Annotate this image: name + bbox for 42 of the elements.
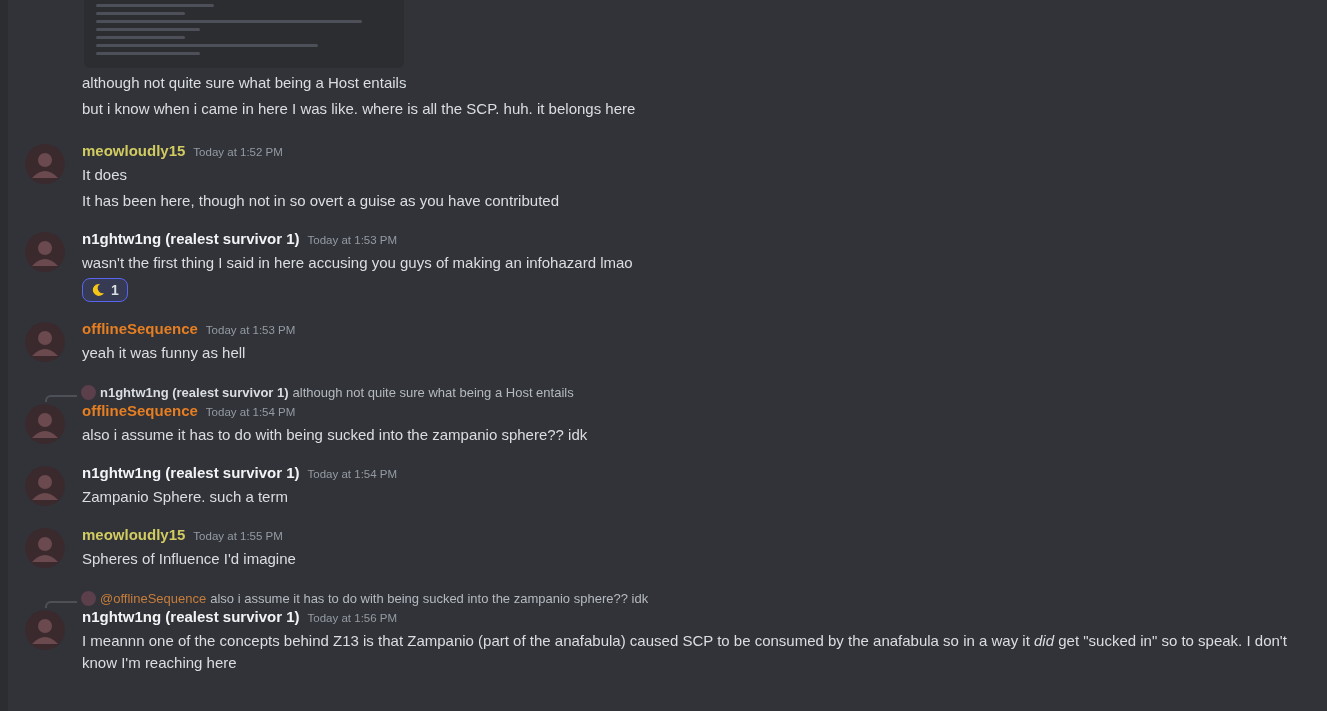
reply-avatar-image bbox=[81, 590, 96, 606]
message-text: although not quite sure what being a Host entails bbox=[82, 73, 408, 93]
timestamp: Today at 1:53 PM bbox=[205, 324, 296, 336]
reply-author[interactable]: @offlineSequence bbox=[100, 590, 207, 606]
avatar-image[interactable] bbox=[25, 528, 65, 568]
reply-avatar-image bbox=[81, 384, 96, 400]
reply-preview-text[interactable]: although not quite sure what being a Host entails bbox=[292, 384, 574, 400]
message-text: I meannn one of the concepts behind Z13 is that Zampanio (part of the anafabula) caused SCP to be consumed by the anafabula so in a way it did get "sucked in" so to speak. I don't know I'm reaching here bbox=[82, 631, 1288, 673]
timestamp: Today at 1:53 PM bbox=[307, 234, 398, 246]
screenshot-image[interactable] bbox=[84, 0, 404, 68]
message-text: It has been here, though not in so overt a guise as you have contributed bbox=[82, 191, 560, 211]
timestamp: Today at 1:54 PM bbox=[205, 406, 296, 418]
username[interactable]: meowloudly15 bbox=[82, 526, 186, 543]
username[interactable]: offlineSequence bbox=[82, 320, 198, 337]
timestamp: Today at 1:54 PM bbox=[307, 468, 398, 480]
avatar-image[interactable] bbox=[25, 322, 65, 362]
avatar-image[interactable] bbox=[25, 144, 65, 184]
timestamp: Today at 1:56 PM bbox=[307, 612, 398, 624]
crescent-moon-icon bbox=[91, 283, 105, 297]
message-text: yeah it was funny as hell bbox=[82, 343, 247, 363]
message-text: It does bbox=[82, 165, 129, 185]
message-text: also i assume it has to do with being sucked into the zampanio sphere?? idk bbox=[82, 425, 589, 445]
message-text: Zampanio Sphere. such a term bbox=[82, 487, 289, 507]
avatar-image[interactable] bbox=[25, 466, 65, 506]
reply-preview-text[interactable]: also i assume it has to do with being sucked into the zampanio sphere?? idk bbox=[210, 590, 649, 606]
reply-connector bbox=[45, 395, 77, 402]
message-text: wasn't the first thing I said in here accusing you guys of making an infohazard lmao bbox=[82, 253, 634, 273]
avatar-image[interactable] bbox=[25, 404, 65, 444]
username[interactable]: n1ghtw1ng (realest survivor 1) bbox=[82, 608, 300, 625]
avatar-image[interactable] bbox=[25, 232, 65, 272]
message-text: but i know when i came in here I was like. where is all the SCP. huh. it belongs here bbox=[82, 99, 637, 119]
username[interactable]: meowloudly15 bbox=[82, 142, 186, 159]
timestamp: Today at 1:52 PM bbox=[193, 146, 283, 158]
message-text: Spheres of Influence I'd imagine bbox=[82, 549, 297, 569]
username[interactable]: offlineSequence bbox=[82, 402, 198, 419]
timestamp: Today at 1:55 PM bbox=[193, 530, 283, 542]
reply-connector bbox=[45, 601, 77, 608]
reply-author[interactable]: n1ghtw1ng (realest survivor 1) bbox=[100, 384, 289, 400]
avatar-image[interactable] bbox=[25, 610, 65, 650]
username[interactable]: n1ghtw1ng (realest survivor 1) bbox=[82, 464, 300, 481]
reaction-button[interactable]: 1 bbox=[82, 278, 128, 302]
username[interactable]: n1ghtw1ng (realest survivor 1) bbox=[82, 230, 300, 247]
